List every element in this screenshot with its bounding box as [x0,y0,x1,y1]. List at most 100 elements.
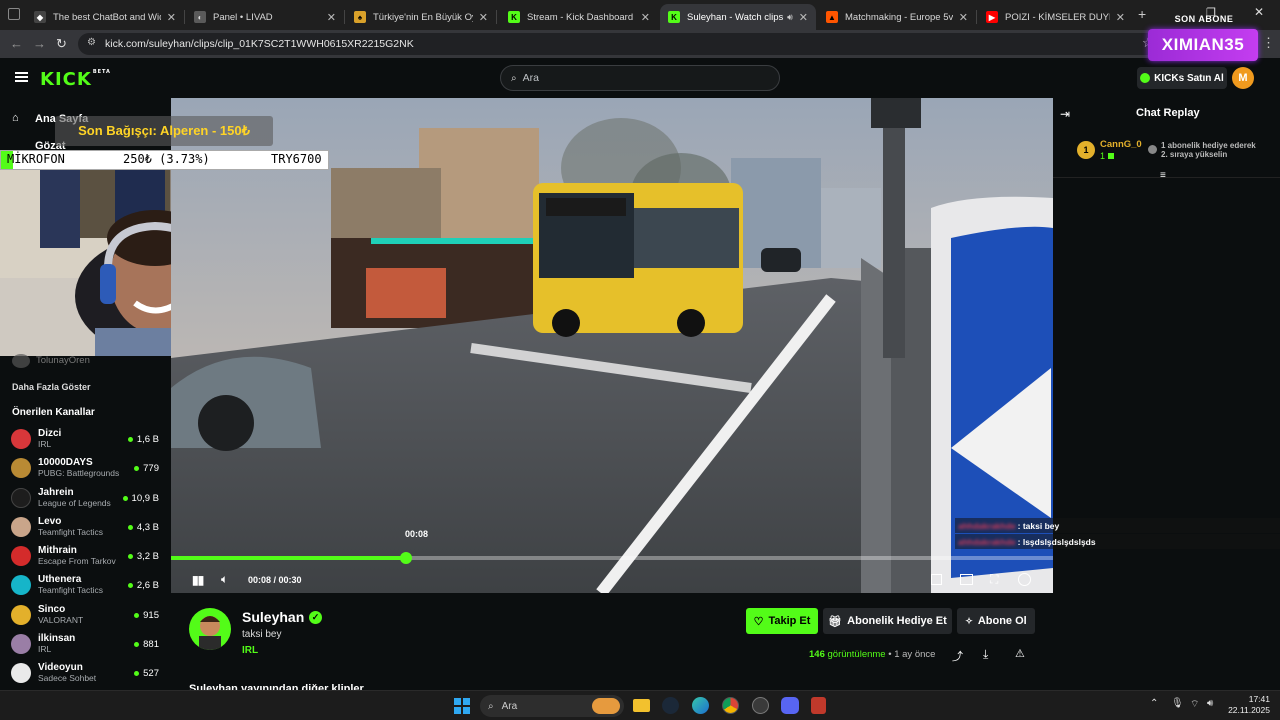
sidebar-item-recommended[interactable]: ilkinsan IRL 881 [8,630,171,658]
network-icon[interactable]: ⌔ [1190,698,1199,711]
file-explorer-icon[interactable] [633,699,650,712]
sidebar-item-recommended[interactable]: Videoyun Sadece Sohbet 527 [8,659,171,687]
taskbar-search[interactable]: ⌕ Ara [480,695,624,717]
kick-favicon-icon: K [508,11,520,23]
sidebar-item-recommended[interactable]: Uthenera Teamfight Tactics 2,6 B [8,571,171,599]
speaker-icon[interactable]: 🔊︎ [787,12,793,23]
windows-start-icon[interactable] [454,698,470,714]
close-tab-icon[interactable]: ✕ [327,11,336,24]
close-tab-icon[interactable]: ✕ [641,11,650,24]
site-info-icon[interactable]: ⚙ [87,37,96,48]
hamburger-menu-icon[interactable] [15,72,28,82]
sidebar-item-recommended[interactable]: Mithrain Escape From Tarkov 3,2 B [8,542,171,570]
search-input[interactable]: ⌕ Ara [500,65,780,91]
miniplayer-icon[interactable] [931,574,942,585]
follow-button[interactable]: ♡ Takip Et [746,608,818,634]
close-tab-icon[interactable]: ✕ [167,11,176,24]
forward-icon[interactable]: → [33,36,46,51]
browser-tab[interactable]: ♠ Türkiye'nin En Büyük Oyuncu D ✕ [346,4,496,30]
faceit-favicon-icon: ▲ [826,11,838,23]
browser-tab-active[interactable]: K Suleyhan - Watch clips on K 🔊︎ ✕ [660,4,816,30]
subscribe-button[interactable]: ✧ Abone Ol [957,608,1035,634]
reload-icon[interactable]: ↻ [56,36,67,52]
leaderboard-user[interactable]: CannG_0 [1100,139,1142,150]
gift-subscription-button[interactable]: 🎁︎ Abonelik Hediye Et [823,608,952,634]
live-dot-icon [134,641,140,647]
collapse-chat-icon[interactable]: ⇥ [1060,107,1070,121]
channel-avatar [11,488,31,508]
browser-tab[interactable]: K Stream - Kick Dashboard ✕ [500,4,658,30]
browser-tab[interactable]: ▲ Matchmaking - Europe 5v5 Qu ✕ [818,4,976,30]
channel-avatar [11,458,31,478]
discord-icon[interactable] [781,697,799,714]
url-field[interactable]: ⚙ kick.com/suleyhan/clips/clip_01K7SC2T1… [78,33,1158,55]
live-dot-icon [134,465,140,471]
buy-kicks-button[interactable]: KICKs Satın Al [1137,67,1227,89]
partial-channel-name[interactable]: TolunayOren [36,355,90,366]
browser-tab[interactable]: ◆ The best ChatBot and Widgets ✕ [26,4,184,30]
video-player[interactable] [171,98,1053,593]
close-tab-icon[interactable]: ✕ [1116,11,1125,24]
channel-avatar [11,517,31,537]
channel-avatar[interactable] [189,608,231,650]
sidebar-item-recommended[interactable]: Sinco VALORANT 915 [8,601,171,629]
browser-tab[interactable]: ◐ Panel • LIVAD ✕ [186,4,344,30]
channel-avatar [12,354,30,368]
gift-mini-icon [1107,153,1114,159]
channel-avatar [11,575,31,595]
time-display: 00:08 / 00:30 [248,575,302,585]
channel-name[interactable]: Suleyhan [242,609,304,625]
clock[interactable]: 17:41 22.11.2025 [1226,694,1270,716]
address-bar-row: ← → ↻ ⚙ kick.com/suleyhan/clips/clip_01K… [0,30,1280,58]
sidebar-item-recommended[interactable]: 10000DAYS PUBG: Battlegrounds 779 [8,454,171,482]
channel-avatar [11,663,31,683]
microphone-icon[interactable]: 🎙︎ [1171,698,1184,709]
category-link[interactable]: IRL [242,645,258,656]
close-tab-icon[interactable]: ✕ [799,11,808,24]
chrome-icon[interactable] [722,697,739,714]
back-icon[interactable]: ← [10,36,23,51]
sidebar-item-recommended[interactable]: Levo Teamfight Tactics 4,3 B [8,513,171,541]
tab-search-icon[interactable] [8,8,20,20]
download-icon[interactable]: ⤓ [983,647,988,662]
fullscreen-icon[interactable]: ⛶ [990,572,998,587]
close-tab-icon[interactable]: ✕ [959,11,968,24]
pause-icon[interactable]: ▮▮ [192,573,204,587]
new-tab-icon[interactable]: + [1138,6,1146,22]
seek-bar[interactable] [171,556,1053,560]
tray-overflow-icon[interactable]: ⌃ [1150,698,1158,709]
leaderboard-count: 1 [1100,151,1114,161]
obs-icon[interactable] [752,697,769,714]
star-icon: ✧ [965,615,973,626]
edge-icon[interactable] [692,697,709,714]
sidebar-item-recommended[interactable]: Dizci IRL 1,6 B [8,425,171,453]
share-icon[interactable]: ⤴ [952,648,963,664]
video-frame [171,98,1053,593]
last-subscriber-label: SON ABONE [1174,14,1234,24]
settings-icon[interactable] [1018,573,1031,586]
chat-replay-panel [1053,98,1280,690]
seek-time-tooltip: 00:08 [405,529,429,539]
sidebar-item-recommended[interactable]: Jahrein League of Legends 10,9 B [8,484,171,512]
browser-tab[interactable]: ▶ POIZI - KİMSELER DUYMASIN ✕ [978,4,1133,30]
channel-avatar [11,546,31,566]
report-icon[interactable]: ⚠ [1015,647,1025,660]
show-more-link[interactable]: Daha Fazla Göster [12,382,91,392]
browser-menu-icon[interactable]: ⋮ [1262,35,1275,51]
theater-mode-icon[interactable] [960,574,973,585]
search-icon: ⌕ [488,700,494,712]
user-avatar[interactable]: M [1232,67,1254,89]
antivirus-icon[interactable] [811,697,826,714]
volume-icon[interactable]: 🔈︎ [221,572,228,587]
channel-avatar [11,634,31,654]
steam-icon[interactable] [662,697,679,714]
kick-favicon-icon: K [668,11,680,23]
verified-badge-icon: ✓ [309,611,322,624]
expand-leaderboard-icon[interactable]: ≡ [1160,170,1166,181]
close-tab-icon[interactable]: ✕ [479,11,488,24]
channel-avatar [11,429,31,449]
live-dot-icon [134,670,140,676]
speaker-icon[interactable]: 🔊︎ [1207,698,1213,709]
livad-favicon-icon: ◐ [194,11,206,23]
kick-logo[interactable]: KICKBETA [40,69,111,90]
